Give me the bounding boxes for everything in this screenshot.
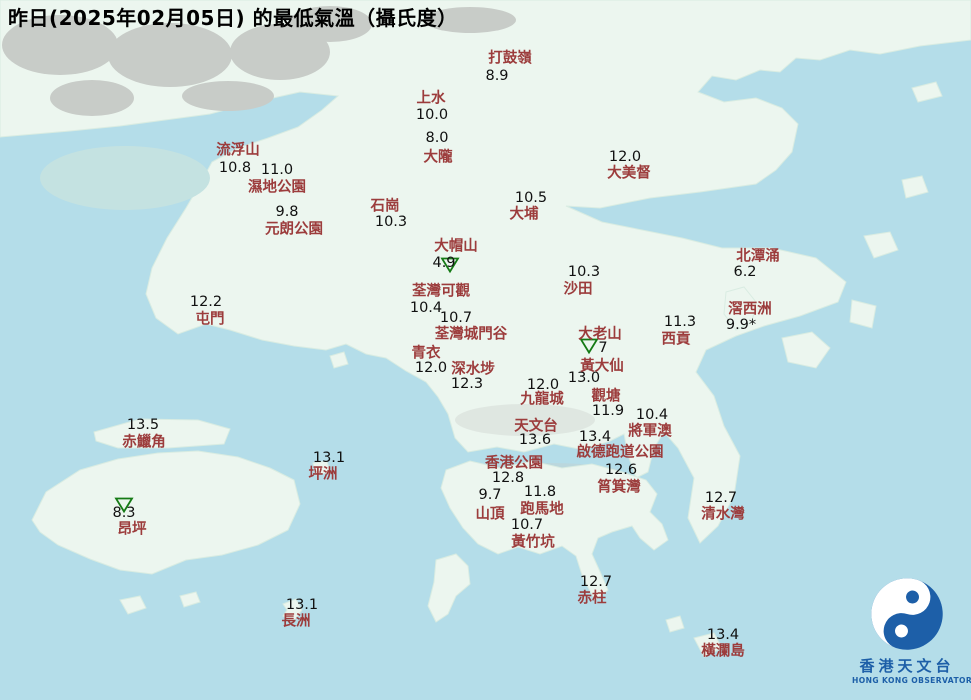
- station-label: 屯門: [195, 311, 225, 328]
- station-label: 西貢: [661, 331, 691, 348]
- hko-logo-icon: [871, 578, 943, 650]
- hong-kong-map: [0, 0, 971, 700]
- station-label: 深水埗: [451, 361, 495, 378]
- station-label: 黃大仙: [580, 358, 624, 375]
- hko-logo-name-en: HONG KONG OBSERVATORY: [852, 676, 971, 685]
- station-value: 10.0: [415, 107, 449, 123]
- station-label: 九龍城: [520, 391, 564, 408]
- station-label: 坪洲: [308, 466, 338, 483]
- station-label: 赤柱: [577, 590, 607, 607]
- station-label: 昂坪: [117, 521, 147, 538]
- station-label: 大帽山: [434, 238, 478, 255]
- station-label: 將軍澳: [628, 423, 672, 440]
- station-label: 橫瀾島: [701, 643, 745, 660]
- station-value: 4.9: [432, 255, 456, 271]
- hko-logo: 香港天文台 HONG KONG OBSERVATORY: [852, 576, 971, 685]
- station-label: 滘西洲: [728, 301, 772, 318]
- station-label: 觀塘: [591, 388, 621, 405]
- station-value: 8.9: [485, 68, 509, 84]
- station-label: 打鼓嶺: [488, 50, 532, 67]
- station-label: 流浮山: [216, 142, 260, 159]
- station-label: 香港公園: [485, 455, 543, 472]
- station-value: 8.0: [425, 130, 449, 146]
- station-label: 荃灣城門谷: [434, 326, 508, 343]
- station-label: 天文台: [514, 418, 558, 435]
- station-label: 清水灣: [701, 506, 745, 523]
- station-label: 青衣: [411, 345, 441, 362]
- station-value: 10.4: [409, 300, 443, 316]
- station-label: 沙田: [563, 281, 593, 298]
- hko-logo-name-zh: 香港天文台: [859, 657, 955, 675]
- station-label: 長洲: [281, 613, 311, 630]
- station-label: 北潭涌: [736, 248, 780, 265]
- station-value: 10.8: [218, 160, 252, 176]
- deep-bay-shallows: [40, 146, 210, 210]
- station-value: 9.7: [478, 487, 502, 503]
- station-label: 濕地公園: [248, 179, 306, 196]
- station-label: 元朗公園: [265, 221, 323, 238]
- station-label: 跑馬地: [520, 501, 564, 518]
- station-label: 大埔: [509, 206, 539, 223]
- station-value: 6.2: [733, 264, 757, 280]
- weather-map-screen: 昨日(2025年02月05日) 的最低氣溫（攝氏度） 8.9 打鼓嶺 10.0 上水 8…: [0, 0, 971, 700]
- station-label: 黃竹坑: [511, 534, 555, 551]
- station-label: 筲箕灣: [597, 479, 641, 496]
- station-label: 大隴: [423, 149, 453, 166]
- page-title: 昨日(2025年02月05日) 的最低氣溫（攝氏度）: [8, 6, 458, 30]
- station-label: 山頂: [475, 506, 505, 523]
- station-value: 9.9*: [725, 317, 757, 333]
- station-label: 赤鱲角: [122, 434, 166, 451]
- station-label: 上水: [416, 90, 446, 107]
- station-label: 大美督: [607, 165, 651, 182]
- station-value: 10.3: [374, 214, 408, 230]
- station-label: 大老山: [578, 326, 622, 343]
- station-label: 啟德跑道公園: [576, 444, 664, 461]
- station-label: 荃灣可觀: [412, 283, 470, 300]
- station-label: 石崗: [370, 198, 400, 215]
